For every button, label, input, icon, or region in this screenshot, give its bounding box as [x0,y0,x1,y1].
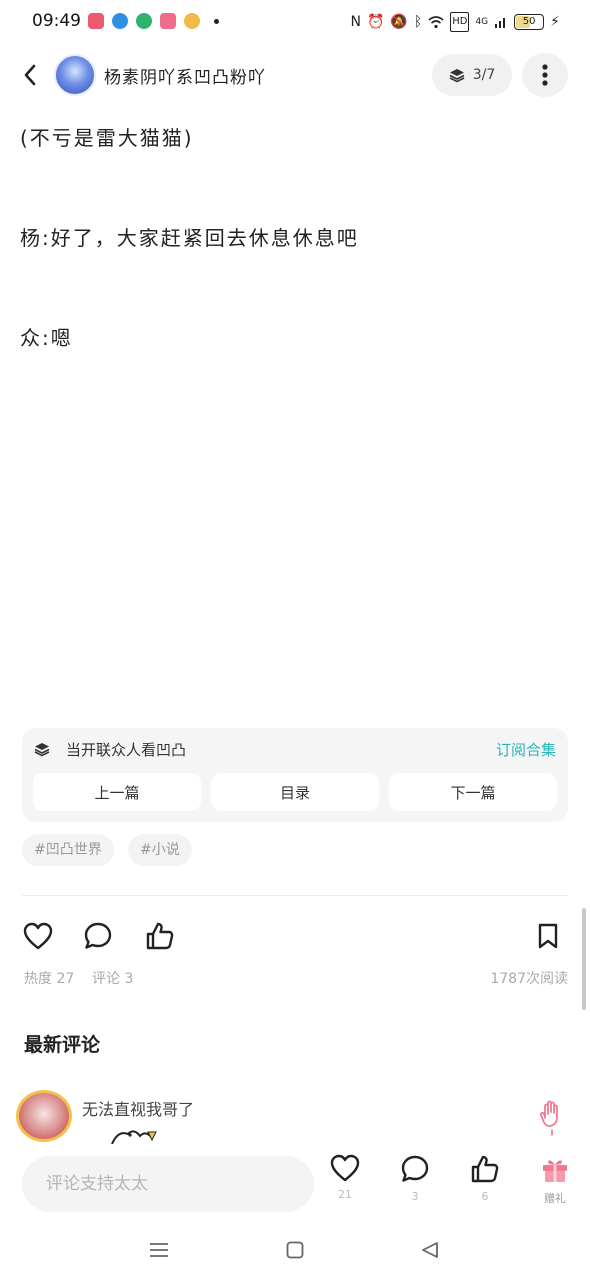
app-notification-icon [112,13,128,29]
mute-icon: 🔕 [390,14,408,30]
comment-count: 评论 3 [92,971,134,987]
bookmark-icon [538,923,558,949]
comment-button[interactable] [80,918,116,954]
gift-button[interactable]: 赠礼 [533,1154,577,1206]
status-time: 09:49 [32,11,81,31]
charging-icon: ⚡ [550,14,560,30]
gift-label: 赠礼 [544,1192,566,1205]
gift-icon [543,1160,567,1182]
tag-chip[interactable]: #小说 [128,834,192,866]
thumbs-up-icon [146,922,174,950]
home-button[interactable] [283,1238,307,1262]
article-header: 杨素阴吖系凹凸粉吖 3/7 [0,48,590,102]
recommend-button[interactable] [142,918,178,954]
system-navigation-bar [0,1232,590,1268]
like-count: 21 [338,1188,352,1201]
heart-icon [330,1154,360,1182]
author-avatar[interactable] [54,54,96,96]
read-count: 1787次阅读 [490,971,568,987]
scrollbar[interactable] [582,908,586,1010]
bookmark-button[interactable] [530,918,566,954]
article-paragraph: (不亏是雷大猫猫) [20,126,194,150]
chevron-left-icon [24,64,36,86]
battery-level: 50 [522,16,536,27]
article-paragraph: 众:嗯 [20,326,73,350]
more-vertical-icon [542,64,548,86]
comment-bubble-icon [401,1155,429,1182]
bluetooth-icon: ᛒ [413,14,423,30]
author-name[interactable]: 杨素阴吖系凹凸粉吖 [104,63,266,88]
alarm-icon: ⏰ [366,14,385,30]
recent-apps-button[interactable] [147,1238,171,1262]
back-button[interactable] [18,62,42,88]
comment-input[interactable] [22,1156,314,1212]
commenter-avatar[interactable] [16,1090,72,1142]
bottom-comment-button[interactable]: 3 [393,1154,437,1203]
triangle-back-icon [422,1242,438,1258]
nfc-icon: N [350,14,361,30]
app-notification-icon [184,13,200,29]
prev-chapter-button[interactable]: 上一篇 [33,773,201,811]
subscribe-collection-button[interactable]: 订阅合集 [496,739,556,760]
more-notifications-dot [214,18,219,24]
bottom-action-bar: 21 3 6 赠礼 [0,1146,590,1222]
comment-count-small: 3 [411,1190,419,1203]
sticker-icon [111,1130,157,1144]
wifi-icon [428,16,444,29]
pager-text: 3/7 [472,67,496,83]
wave-hand-icon[interactable] [540,1096,566,1136]
table-of-contents-button[interactable]: 目录 [211,773,379,811]
hd-icon: HD [450,12,470,32]
bottom-recommend-button[interactable]: 6 [463,1154,507,1203]
next-chapter-button[interactable]: 下一篇 [389,773,557,811]
layers-icon [449,69,465,83]
notification-icons [88,13,219,29]
bottom-like-button[interactable]: 21 [323,1154,367,1201]
app-notification-icon [88,13,104,29]
thumbs-up-icon [471,1155,499,1183]
comment-text: 无法直视我哥了 [82,1100,195,1119]
recommend-count: 6 [481,1190,489,1203]
status-bar: 09:49 N ⏰ 🔕 ᛒ HD 4G 50 ⚡ [0,0,590,44]
signal-icon [495,18,506,28]
menu-icon [150,1243,168,1257]
divider [22,895,568,896]
heat-count: 热度 27 [24,971,75,987]
tag-chip[interactable]: #凹凸世界 [22,834,114,866]
collection-pager-button[interactable]: 3/7 [432,54,512,96]
heart-icon [23,922,53,950]
collection-title[interactable]: 当开联众人看凹凸 [66,739,186,760]
layers-icon [34,743,50,757]
more-options-button[interactable] [522,53,568,97]
app-notification-icon [136,13,152,29]
latest-comments-title: 最新评论 [24,1034,101,1056]
system-back-button[interactable] [418,1238,442,1262]
square-icon [286,1241,304,1259]
network-type: 4G [475,17,489,27]
app-notification-icon [160,13,176,29]
like-button[interactable] [20,918,56,954]
system-indicators: N ⏰ 🔕 ᛒ HD 4G 50 ⚡ [350,12,560,32]
comment-bubble-icon [84,922,112,949]
battery-icon: 50 [514,14,545,30]
collection-card: 当开联众人看凹凸 订阅合集 上一篇 目录 下一篇 [22,728,568,822]
article-paragraph: 杨:好了，大家赶紧回去休息休息吧 [20,226,359,250]
